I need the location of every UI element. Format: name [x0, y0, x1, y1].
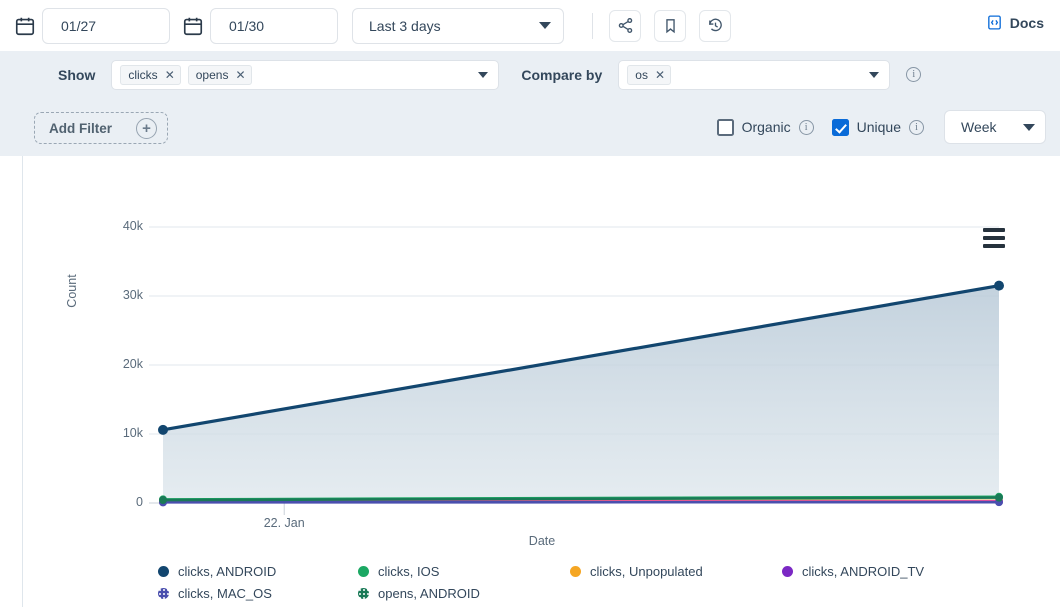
x-axis-tick: 22. Jan	[254, 516, 314, 530]
legend-label: clicks, ANDROID	[178, 564, 276, 579]
chip-clicks-remove-icon[interactable]: ✕	[165, 69, 175, 81]
legend-label: clicks, ANDROID_TV	[802, 564, 924, 579]
legend-marker-icon	[158, 588, 169, 599]
chevron-down-icon	[539, 22, 551, 29]
chart-svg	[23, 156, 1060, 551]
history-button[interactable]	[699, 10, 731, 42]
legend-column: clicks, ANDROID clicks, MAC_OS	[158, 560, 358, 604]
toolbar-divider	[592, 13, 593, 39]
compare-by-select[interactable]: os ✕	[618, 60, 890, 90]
legend-item[interactable]: clicks, ANDROID_TV	[782, 560, 967, 582]
start-date-value: 01/27	[61, 18, 96, 34]
compare-by-info-icon[interactable]: i	[906, 67, 921, 82]
granularity-select[interactable]: Week	[944, 110, 1046, 144]
chart-plot-area: Count 0 10k 20k 30k 40k 22. Jan Date	[23, 156, 1060, 551]
end-date-value: 01/30	[229, 18, 264, 34]
y-axis-tick: 20k	[103, 357, 143, 371]
unique-label: Unique	[857, 119, 901, 135]
legend-label: clicks, Unpopulated	[590, 564, 703, 579]
date-range-preset-select[interactable]: Last 3 days	[352, 8, 564, 44]
compare-by-label: Compare by	[521, 67, 602, 83]
show-chip-list: clicks ✕ opens ✕	[120, 65, 251, 85]
docs-link[interactable]: Docs	[986, 14, 1044, 31]
chart-card: Count 0 10k 20k 30k 40k 22. Jan Date clicks,…	[22, 156, 1060, 607]
bookmark-icon	[662, 17, 679, 34]
top-toolbar: 01/27 01/30 Last 3 days	[0, 0, 1060, 51]
show-label: Show	[58, 67, 95, 83]
organic-checkbox-group[interactable]: Organic i	[717, 119, 814, 136]
analytics-page: 01/27 01/30 Last 3 days	[0, 0, 1060, 607]
chip-os-remove-icon[interactable]: ✕	[655, 69, 665, 81]
legend-item[interactable]: opens, ANDROID	[358, 582, 570, 604]
end-date-input[interactable]: 01/30	[210, 8, 338, 44]
share-button[interactable]	[609, 10, 641, 42]
chevron-down-icon[interactable]	[478, 72, 488, 78]
legend-label: opens, ANDROID	[378, 586, 480, 601]
legend-column: clicks, Unpopulated	[570, 560, 782, 604]
show-metrics-select[interactable]: clicks ✕ opens ✕	[111, 60, 499, 90]
filter-row: Add Filter + Organic i Unique i Week	[0, 98, 1060, 156]
start-date-input[interactable]: 01/27	[42, 8, 170, 44]
organic-checkbox[interactable]	[717, 119, 734, 136]
chip-clicks-label: clicks	[128, 68, 157, 82]
chevron-down-icon[interactable]	[869, 72, 879, 78]
legend-label: clicks, MAC_OS	[178, 586, 272, 601]
docs-label: Docs	[1010, 15, 1044, 31]
show-row: Show clicks ✕ opens ✕ Compare by	[0, 51, 1060, 98]
legend-label: clicks, IOS	[378, 564, 439, 579]
series-point	[995, 494, 1003, 502]
bookmark-button[interactable]	[654, 10, 686, 42]
organic-label: Organic	[742, 119, 791, 135]
chip-os[interactable]: os ✕	[627, 65, 671, 85]
series-point	[994, 281, 1004, 291]
share-icon	[617, 17, 634, 34]
legend-item[interactable]: clicks, MAC_OS	[158, 582, 358, 604]
legend-marker-icon	[570, 566, 581, 577]
chip-opens[interactable]: opens ✕	[188, 65, 252, 85]
chart-legend: clicks, ANDROID clicks, MAC_OS clicks, IOS…	[23, 560, 1060, 607]
calendar-icon[interactable]	[14, 15, 36, 37]
y-axis-tick: 30k	[103, 288, 143, 302]
series-point	[159, 496, 167, 504]
plus-icon[interactable]: +	[136, 118, 157, 139]
unique-checkbox-group[interactable]: Unique i	[832, 119, 924, 136]
unique-checkbox[interactable]	[832, 119, 849, 136]
history-icon	[707, 17, 724, 34]
date-range-preset-value: Last 3 days	[369, 18, 441, 34]
y-axis-tick: 40k	[103, 219, 143, 233]
legend-marker-icon	[358, 566, 369, 577]
unique-info-icon[interactable]: i	[909, 120, 924, 135]
chip-os-label: os	[635, 68, 648, 82]
series-point	[158, 425, 168, 435]
chart-options: Organic i Unique i Week	[717, 110, 1046, 144]
organic-info-icon[interactable]: i	[799, 120, 814, 135]
legend-item[interactable]: clicks, IOS	[358, 560, 570, 582]
y-axis-tick: 0	[103, 495, 143, 509]
legend-item[interactable]: clicks, Unpopulated	[570, 560, 782, 582]
legend-item[interactable]: clicks, ANDROID	[158, 560, 358, 582]
x-axis-label: Date	[23, 534, 1060, 548]
legend-marker-icon	[782, 566, 793, 577]
add-filter-button[interactable]: Add Filter +	[34, 112, 168, 144]
chevron-down-icon	[1023, 124, 1035, 131]
filter-panel: Show clicks ✕ opens ✕ Compare by	[0, 51, 1060, 156]
calendar-icon-end[interactable]	[182, 15, 204, 37]
legend-column: clicks, ANDROID_TV	[782, 560, 967, 604]
granularity-value: Week	[961, 119, 997, 135]
compare-chip-list: os ✕	[627, 65, 671, 85]
chip-opens-remove-icon[interactable]: ✕	[235, 69, 245, 81]
legend-marker-icon	[158, 566, 169, 577]
y-axis-tick: 10k	[103, 426, 143, 440]
chip-clicks[interactable]: clicks ✕	[120, 65, 180, 85]
add-filter-label: Add Filter	[49, 121, 112, 136]
legend-column: clicks, IOS opens, ANDROID	[358, 560, 570, 604]
y-axis-label: Count	[65, 231, 79, 351]
chip-opens-label: opens	[196, 68, 229, 82]
legend-marker-icon	[358, 588, 369, 599]
code-file-icon	[986, 14, 1003, 31]
